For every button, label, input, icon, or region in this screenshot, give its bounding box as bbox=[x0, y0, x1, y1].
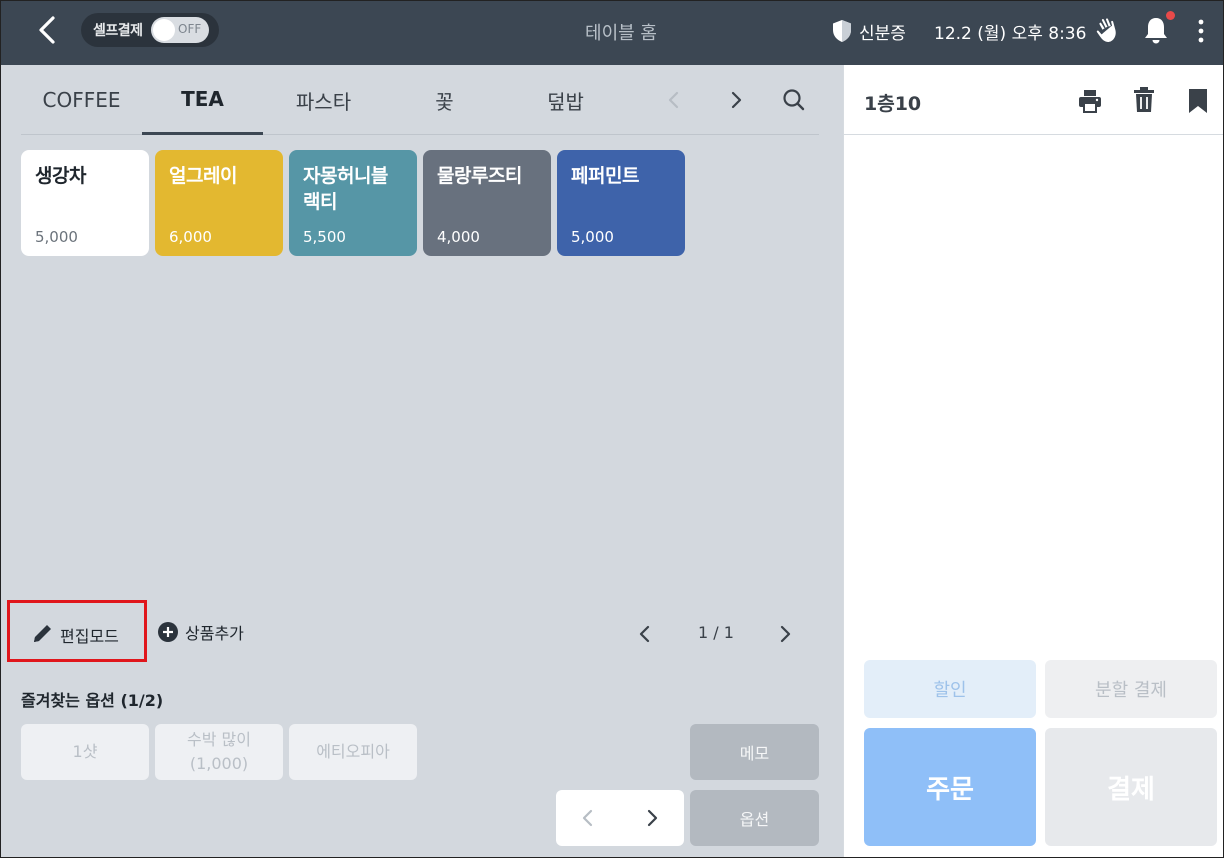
product-price: 4,000 bbox=[437, 228, 480, 246]
favorite-options-title: 즐겨찾는 옵션 (1/2) bbox=[21, 691, 164, 710]
page-title: 테이블 홈 bbox=[585, 23, 657, 44]
id-card-button[interactable]: 신분증 bbox=[859, 19, 906, 44]
discount-button[interactable]: 할인 bbox=[864, 660, 1036, 718]
toggle-state: OFF bbox=[178, 22, 202, 36]
product-card-earl-grey[interactable]: 얼그레이 6,000 bbox=[155, 150, 283, 256]
add-product-button[interactable]: 상품추가 bbox=[157, 620, 244, 644]
page-indicator: 1 / 1 bbox=[698, 623, 734, 642]
order-header: 1층10 bbox=[844, 65, 1223, 135]
option-button[interactable]: 옵션 bbox=[690, 790, 819, 846]
product-price: 6,000 bbox=[169, 228, 212, 246]
product-card-moulin-rouge-tea[interactable]: 물랑루즈티 4,000 bbox=[423, 150, 551, 256]
pos-screen: 셀프결제 OFF 테이블 홈 신분증 12.2 (월) 오후 8:36 COFF… bbox=[0, 0, 1224, 858]
shield-icon bbox=[833, 20, 851, 42]
edit-mode-button[interactable]: 편집모드 bbox=[7, 600, 147, 662]
favorite-option-1shot[interactable]: 1샷 bbox=[21, 724, 149, 780]
edit-mode-label: 편집모드 bbox=[60, 627, 119, 646]
product-card-peppermint[interactable]: 페퍼민트 5,000 bbox=[557, 150, 685, 256]
trash-icon[interactable] bbox=[1130, 85, 1158, 115]
toggle-knob bbox=[153, 19, 175, 41]
self-pay-label: 셀프결제 bbox=[93, 23, 143, 39]
product-name: 자몽허니블랙티 bbox=[303, 165, 388, 213]
product-name: 페퍼민트 bbox=[571, 165, 639, 187]
search-icon[interactable] bbox=[779, 85, 809, 115]
bell-icon[interactable] bbox=[1141, 15, 1171, 47]
product-price: 5,000 bbox=[571, 228, 614, 246]
table-name: 1층10 bbox=[864, 93, 922, 115]
chevron-left-icon[interactable] bbox=[659, 85, 689, 115]
option-price: (1,000) bbox=[189, 754, 249, 773]
tab-pasta[interactable]: 파스타 bbox=[263, 65, 384, 135]
category-tabs: COFFEE TEA 파스타 꽃 덮밥 bbox=[21, 65, 819, 135]
printer-icon[interactable] bbox=[1076, 87, 1104, 115]
order-button[interactable]: 주문 bbox=[864, 728, 1036, 846]
notification-dot bbox=[1166, 11, 1175, 20]
menu-panel: COFFEE TEA 파스타 꽃 덮밥 생강차 5,000 얼그레이 6,000 bbox=[1, 65, 843, 857]
option-label: 1샷 bbox=[72, 742, 98, 761]
top-bar: 셀프결제 OFF 테이블 홈 신분증 12.2 (월) 오후 8:36 bbox=[1, 1, 1223, 65]
product-name: 물랑루즈티 bbox=[437, 165, 522, 187]
product-name: 생강차 bbox=[35, 165, 86, 187]
option-pager bbox=[556, 790, 684, 846]
product-card-grapefruit-honey-black-tea[interactable]: 자몽허니블랙티 5,500 bbox=[289, 150, 417, 256]
add-product-label: 상품추가 bbox=[185, 624, 244, 643]
back-arrow-icon[interactable] bbox=[31, 13, 65, 47]
option-label: 수박 많이 bbox=[187, 730, 251, 749]
tab-flower[interactable]: 꽃 bbox=[384, 65, 505, 135]
order-panel: 1층10 할인 분할 결제 주문 결제 bbox=[843, 65, 1223, 857]
memo-button[interactable]: 메모 bbox=[690, 724, 819, 780]
page-prev-icon[interactable] bbox=[631, 620, 659, 648]
pay-button[interactable]: 결제 bbox=[1045, 728, 1217, 846]
option-label: 에티오피아 bbox=[316, 742, 390, 761]
datetime: 12.2 (월) 오후 8:36 bbox=[934, 24, 1087, 44]
tab-coffee[interactable]: COFFEE bbox=[21, 65, 142, 135]
tab-tea[interactable]: TEA bbox=[142, 65, 263, 135]
product-name: 얼그레이 bbox=[169, 165, 237, 187]
favorite-option-extra-watermelon[interactable]: 수박 많이 (1,000) bbox=[155, 724, 283, 780]
product-price: 5,000 bbox=[35, 228, 78, 246]
favorite-option-ethiopia[interactable]: 에티오피아 bbox=[289, 724, 417, 780]
tab-rice-bowl[interactable]: 덮밥 bbox=[505, 65, 626, 135]
self-pay-switch[interactable]: 셀프결제 OFF bbox=[81, 13, 219, 47]
split-pay-button[interactable]: 분할 결제 bbox=[1045, 660, 1217, 718]
self-pay-toggle[interactable]: OFF bbox=[151, 17, 209, 43]
pencil-icon bbox=[34, 625, 51, 642]
option-next-icon[interactable] bbox=[638, 804, 666, 832]
more-vertical-icon[interactable] bbox=[1191, 17, 1211, 45]
plus-circle-icon bbox=[158, 622, 178, 642]
option-prev-icon[interactable] bbox=[574, 804, 602, 832]
chevron-right-icon[interactable] bbox=[721, 85, 751, 115]
product-card-ginger-tea[interactable]: 생강차 5,000 bbox=[21, 150, 149, 256]
bookmark-icon[interactable] bbox=[1186, 87, 1210, 115]
page-next-icon[interactable] bbox=[771, 620, 799, 648]
product-price: 5,500 bbox=[303, 228, 346, 246]
hand-wave-icon[interactable] bbox=[1093, 16, 1123, 46]
